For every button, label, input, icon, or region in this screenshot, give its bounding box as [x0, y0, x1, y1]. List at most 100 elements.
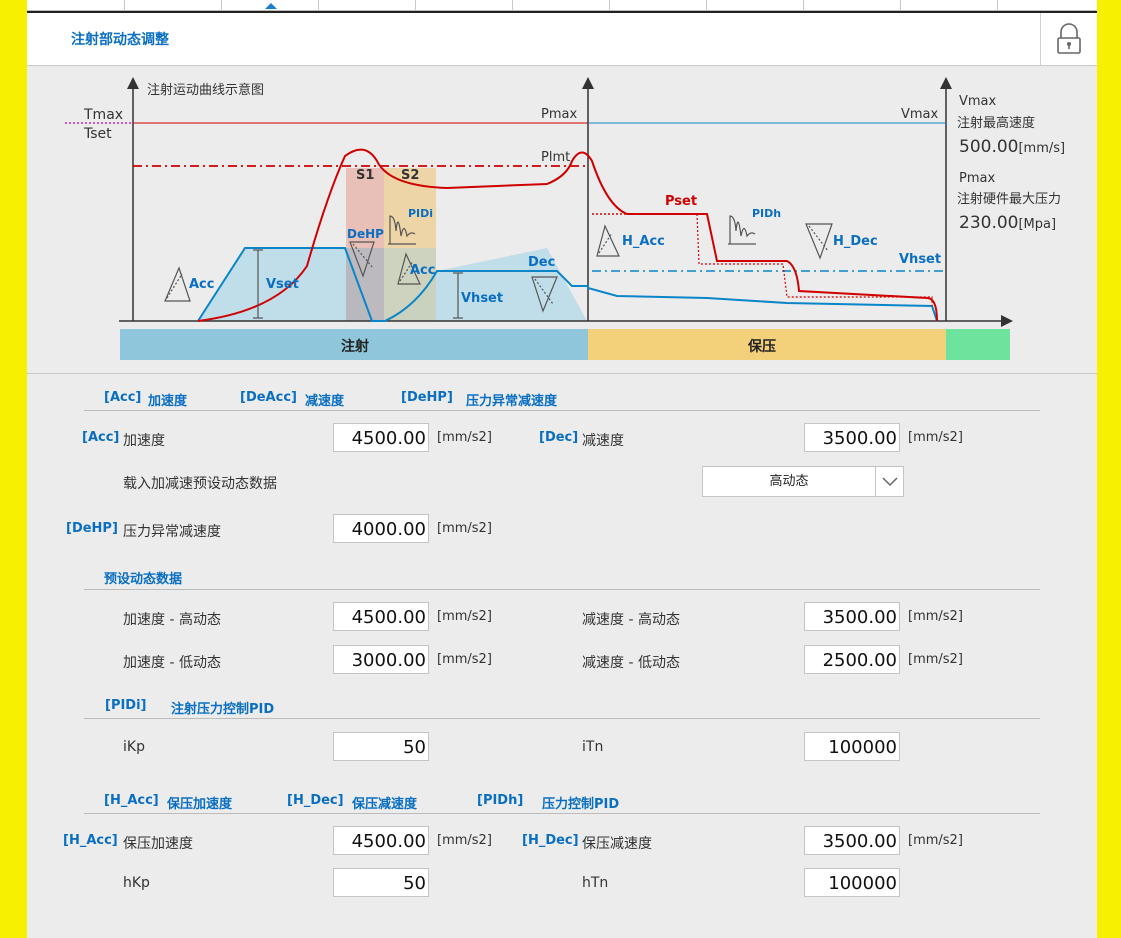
dec-high-unit: [mm/s2]	[908, 609, 963, 624]
acc-low-unit: [mm/s2]	[437, 652, 492, 667]
section-divider	[84, 589, 1040, 590]
tab-6[interactable]	[512, 0, 610, 10]
acc-high-unit: [mm/s2]	[437, 609, 492, 624]
vhset-label-2: Vhset	[899, 252, 942, 267]
phase-inject-label: 注射	[341, 339, 369, 355]
lock-button[interactable]	[1041, 13, 1097, 65]
phase-end-bar	[946, 329, 1010, 360]
dec-high-label: 减速度 - 高动态	[582, 612, 680, 628]
htn-label: hTn	[582, 875, 609, 891]
section-preset-title: 预设动态数据	[104, 572, 183, 587]
section-acc-tag3: [DeHP]	[401, 390, 453, 405]
vmax-description: 注射最高速度	[957, 116, 1036, 131]
section-divider	[84, 410, 1040, 411]
tab-2[interactable]	[124, 0, 222, 10]
acc-label: 加速度	[123, 433, 165, 449]
pmax-title: Pmax	[959, 171, 996, 186]
h-acc-label: 保压加速度	[123, 836, 193, 852]
vhset-label-1: Vhset	[461, 291, 504, 306]
acc-high-label: 加速度 - 高动态	[123, 612, 221, 628]
vmax-value: 500.00	[959, 137, 1019, 157]
dehp-unit: [mm/s2]	[437, 521, 492, 536]
h-acc-unit: [mm/s2]	[437, 833, 492, 848]
dec-tag: [Dec]	[539, 430, 579, 445]
dehp-label: DeHP	[347, 227, 384, 241]
hkp-label: hKp	[123, 875, 150, 891]
tab-8[interactable]	[706, 0, 804, 10]
tab-7[interactable]	[609, 0, 707, 10]
vmax-title: Vmax	[959, 94, 997, 109]
preset-dropdown-value: 高动态	[769, 474, 809, 489]
dec-input[interactable]: 3500.00	[804, 423, 900, 452]
section-hold-name3: 压力控制PID	[542, 797, 620, 812]
h-dec-unit: [mm/s2]	[908, 833, 963, 848]
pidi-label: PIDi	[408, 207, 434, 220]
preset-dropdown[interactable]: 高动态	[702, 466, 904, 497]
acc-low-input[interactable]: 3000.00	[333, 645, 429, 674]
vmax-unit: [mm/s]	[1018, 141, 1066, 156]
vmax-line-label: Vmax	[901, 107, 939, 122]
section-hold-tag3: [PIDh]	[477, 793, 524, 808]
tmax-label: Tmax	[84, 107, 124, 123]
h-acc-tag: [H_Acc]	[63, 833, 118, 848]
h-acc-input[interactable]: 4500.00	[333, 826, 429, 855]
dec-label: Dec	[528, 255, 556, 270]
chevron-down-icon	[882, 477, 898, 487]
section-hold-name2: 保压减速度	[352, 797, 418, 812]
htn-input[interactable]: 100000	[804, 868, 900, 897]
tab-10[interactable]	[900, 0, 998, 10]
itn-input[interactable]: 100000	[804, 732, 900, 761]
tab-9[interactable]	[803, 0, 901, 10]
ikp-input[interactable]: 50	[333, 732, 429, 761]
section-acc-name1: 加速度	[148, 394, 188, 409]
tset-label: Tset	[84, 126, 112, 142]
dehp-tag: [DeHP]	[66, 521, 118, 536]
tab-strip	[27, 0, 1097, 11]
pmax-line-label: Pmax	[541, 107, 578, 122]
preset-dropdown-toggle[interactable]	[875, 467, 904, 496]
ikp-label: iKp	[123, 739, 145, 755]
pmax-readout: 230.00[Mpa]	[959, 215, 1056, 233]
section-hold-tag1: [H_Acc]	[104, 793, 159, 808]
acc-low-label: 加速度 - 低动态	[123, 655, 221, 671]
page-title: 注射部动态调整	[71, 32, 169, 48]
acc-input[interactable]: 4500.00	[333, 423, 429, 452]
acc-label-1: Acc	[189, 277, 215, 292]
section-hold-name1: 保压加速度	[167, 797, 233, 812]
vmax-readout: 500.00[mm/s]	[959, 139, 1065, 157]
acc-label-2: Acc	[410, 263, 436, 278]
tab-5[interactable]	[415, 0, 513, 10]
section-hold-tag2: [H_Dec]	[287, 793, 344, 808]
h-dec-tag: [H_Dec]	[522, 833, 579, 848]
acc-unit: [mm/s2]	[437, 430, 492, 445]
tab-11[interactable]	[997, 0, 1097, 10]
pmax-value: 230.00	[959, 213, 1019, 233]
hkp-input[interactable]: 50	[333, 868, 429, 897]
section-pidi-tag: [PIDi]	[105, 698, 147, 713]
diagram-separator	[27, 373, 1097, 374]
pmax-unit: [Mpa]	[1018, 217, 1057, 232]
h-dec-label: H_Dec	[833, 234, 878, 249]
h-dec-label: 保压减速度	[582, 836, 652, 852]
h-dec-input[interactable]: 3500.00	[804, 826, 900, 855]
dec-unit: [mm/s2]	[908, 430, 963, 445]
dec-low-input[interactable]: 2500.00	[804, 645, 900, 674]
dehp-label: 压力异常减速度	[123, 524, 221, 540]
phase-hold-label: 保压	[748, 339, 776, 355]
dec-high-input[interactable]: 3500.00	[804, 602, 900, 631]
pset-label: Pset	[665, 194, 698, 209]
s2-label: S2	[401, 168, 420, 183]
section-acc-name3: 压力异常减速度	[466, 394, 558, 409]
acc-high-input[interactable]: 4500.00	[333, 602, 429, 631]
tab-4[interactable]	[318, 0, 416, 10]
plmt-label: Plmt	[541, 150, 571, 165]
diagram-caption: 注射运动曲线示意图	[147, 83, 265, 98]
dehp-input[interactable]: 4000.00	[333, 514, 429, 543]
tab-1[interactable]	[27, 0, 125, 10]
acc-tag: [Acc]	[82, 430, 120, 445]
section-divider	[84, 813, 1040, 814]
itn-label: iTn	[582, 739, 604, 755]
section-acc-tag1: [Acc]	[104, 390, 142, 405]
dec-low-label: 减速度 - 低动态	[582, 655, 680, 671]
active-tab-indicator	[265, 3, 277, 9]
